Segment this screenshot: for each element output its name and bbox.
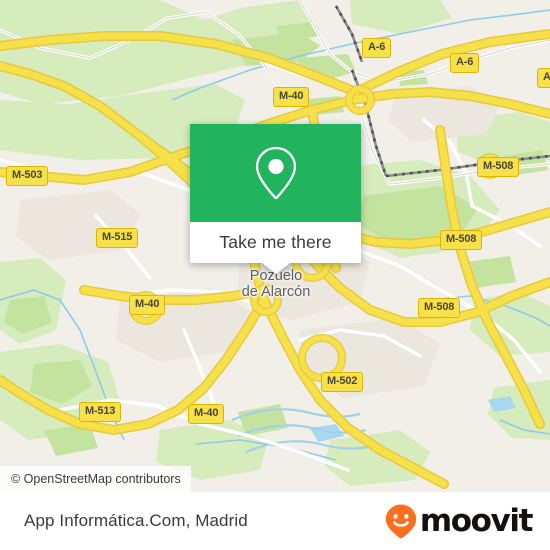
- map-canvas[interactable]: A-6 A-6 A-6 M-40 M-503 M-508 M-515 M-508 M-40 M-5…: [0, 0, 550, 492]
- road-shield-m-40: M-40: [188, 404, 225, 424]
- moovit-place-card: A-6 A-6 A-6 M-40 M-503 M-508 M-515 M-508 M-40 M-5…: [0, 0, 550, 550]
- osm-attribution[interactable]: © OpenStreetMap contributors: [0, 466, 191, 492]
- road-shield-m-40: M-40: [273, 87, 310, 107]
- road-shield-m-508: M-508: [440, 230, 483, 250]
- place-callout-card[interactable]: Take me there: [190, 124, 361, 274]
- road-shield-m-40: M-40: [129, 295, 166, 315]
- road-shield-m-508: M-508: [477, 157, 520, 177]
- road-shield-m-513: M-513: [79, 402, 122, 422]
- take-me-there-label: Take me there: [219, 232, 332, 252]
- road-shield-m-502: M-502: [321, 372, 364, 392]
- road-shield-m-503: M-503: [6, 166, 49, 186]
- map-pin-icon: [255, 146, 296, 200]
- callout-pointer: [261, 263, 290, 274]
- road-shield-a-6: A-6: [450, 53, 480, 73]
- moovit-brand[interactable]: moovit: [384, 502, 534, 539]
- osm-attribution-text: © OpenStreetMap contributors: [11, 472, 181, 486]
- moovit-smiley-pin-icon: [385, 504, 417, 539]
- place-label-line-2: de Alarcón: [241, 284, 311, 301]
- road-shield-a-6: A-6: [362, 38, 392, 58]
- footer-bar: App Informática.Com, Madrid moovit: [0, 492, 550, 550]
- callout-pin-panel: [190, 124, 361, 222]
- callout-action-panel[interactable]: Take me there: [190, 222, 361, 263]
- moovit-wordmark: moovit: [419, 502, 534, 539]
- page-title: App Informática.Com, Madrid: [24, 511, 248, 530]
- road-shield-m-508: M-508: [418, 298, 461, 318]
- road-shield-a-6: A-6: [537, 68, 550, 88]
- road-shield-m-515: M-515: [96, 228, 139, 248]
